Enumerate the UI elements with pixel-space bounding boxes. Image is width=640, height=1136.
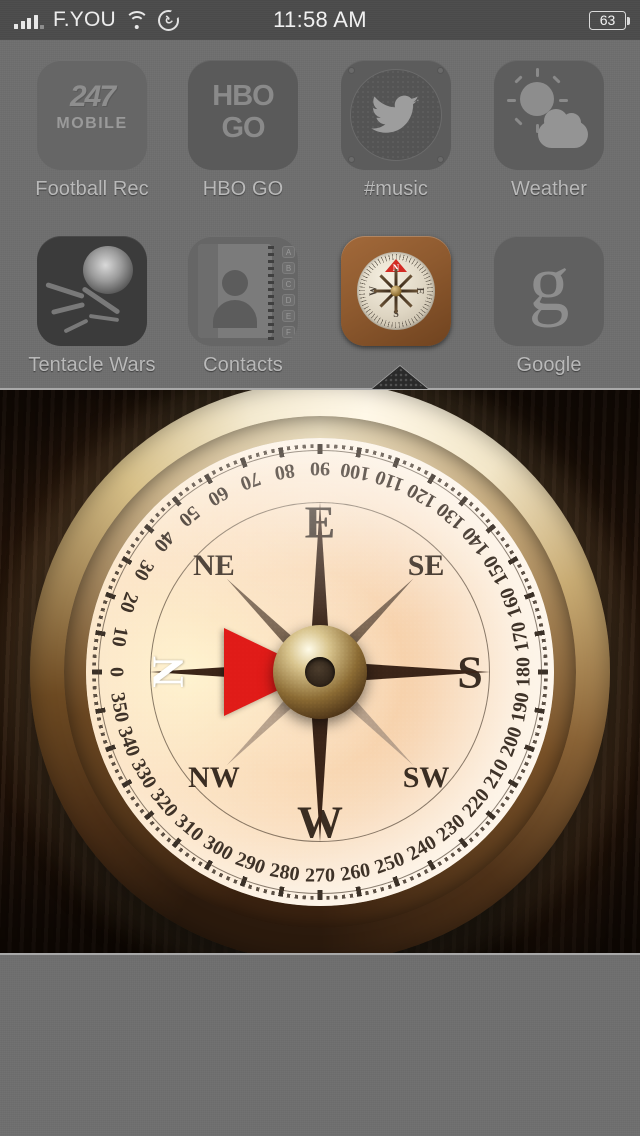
screw-icon bbox=[348, 156, 355, 163]
screw-icon bbox=[437, 156, 444, 163]
football-rec-icon: 247 MOBILE bbox=[37, 60, 147, 170]
football-rec-logo-top: 247 bbox=[69, 80, 116, 113]
contacts-tab: E bbox=[282, 310, 295, 322]
tentacle-arm bbox=[45, 281, 85, 300]
hbo-logo-top: HBO bbox=[212, 80, 274, 112]
contacts-icon: A B C D E F bbox=[188, 236, 298, 346]
battery-percent-label: 63 bbox=[599, 12, 616, 28]
app-label-google: Google bbox=[516, 354, 582, 376]
status-bar-center: 11:58 AM bbox=[0, 0, 640, 40]
battery-icon: 63 bbox=[589, 10, 630, 30]
football-rec-logo-bottom: MOBILE bbox=[56, 115, 128, 132]
iphone-screen: F.YOU ↻ 11:58 AM 63 247 MOBILE Football … bbox=[0, 0, 640, 1136]
person-silhouette-icon bbox=[213, 270, 257, 328]
sun-rays bbox=[507, 68, 568, 133]
compass-dial-well: 0 10 20 30 40 50 60 70 80 90 100 110 120 130 140 150 160… bbox=[86, 437, 554, 906]
tentacle-arm bbox=[50, 301, 86, 316]
contacts-tab: F bbox=[282, 326, 295, 338]
app-icon-music[interactable]: #music bbox=[322, 60, 470, 220]
north-needle-label: N bbox=[143, 655, 193, 688]
weather-icon bbox=[494, 60, 604, 170]
music-twitter-icon bbox=[341, 60, 451, 170]
hbo-go-icon: HBO GO bbox=[188, 60, 298, 170]
compass-app-panel[interactable]: 0 10 20 30 40 50 60 70 80 90 100 110 120 130 140 150 160… bbox=[0, 388, 640, 955]
app-icon-hbo-go[interactable]: HBO GO HBO GO bbox=[169, 60, 317, 220]
contacts-tab: C bbox=[282, 278, 295, 290]
home-screen-grid: 247 MOBILE Football Rec HBO GO HBO GO #m… bbox=[0, 40, 640, 388]
twitter-bird-icon bbox=[371, 95, 419, 133]
contacts-tab: B bbox=[282, 262, 295, 274]
status-bar-right: 63 bbox=[589, 0, 630, 40]
tentacle-blob-shape bbox=[83, 246, 133, 294]
app-label-music: #music bbox=[364, 178, 428, 200]
app-label-contacts: Contacts bbox=[203, 354, 283, 376]
app-label-football-rec: Football Rec bbox=[35, 178, 149, 200]
empty-wallpaper-area bbox=[0, 957, 640, 1136]
compass-widget[interactable]: 0 10 20 30 40 50 60 70 80 90 100 110 120 130 140 150 160… bbox=[0, 390, 640, 953]
google-icon: g bbox=[494, 236, 604, 346]
tentacle-arm bbox=[63, 318, 89, 334]
contacts-tab: D bbox=[282, 294, 295, 306]
google-glyph: g bbox=[528, 237, 570, 328]
app-icon-google[interactable]: g Google bbox=[475, 236, 623, 396]
clock-label: 11:58 AM bbox=[273, 7, 367, 32]
contacts-tab: A bbox=[282, 246, 295, 258]
app-icon-football-rec[interactable]: 247 MOBILE Football Rec bbox=[18, 60, 166, 220]
compass-app-icon: N W E S bbox=[341, 236, 451, 346]
tentacle-arm bbox=[88, 313, 120, 323]
app-icon-tentacle-wars[interactable]: Tentacle Wars bbox=[18, 236, 166, 396]
app-label-weather: Weather bbox=[511, 178, 587, 200]
app-label-tentacle-wars: Tentacle Wars bbox=[28, 354, 156, 376]
app-label-hbo-go: HBO GO bbox=[202, 178, 284, 200]
folder-arrow-up-icon bbox=[372, 366, 428, 389]
tentacle-wars-icon bbox=[37, 236, 147, 346]
compass-icon-hub bbox=[390, 285, 402, 297]
spiral-binding bbox=[268, 242, 274, 340]
compass-center-hub bbox=[273, 624, 367, 719]
app-icon-contacts[interactable]: A B C D E F Contacts bbox=[169, 236, 317, 396]
screw-icon bbox=[437, 67, 444, 74]
app-icon-weather[interactable]: Weather bbox=[475, 60, 623, 220]
status-bar: F.YOU ↻ 11:58 AM 63 bbox=[0, 0, 640, 40]
cloud-shape bbox=[538, 109, 588, 148]
screw-icon bbox=[348, 67, 355, 74]
hbo-logo-bottom: GO bbox=[221, 112, 265, 144]
compass-icon-dial: N W E S bbox=[357, 252, 435, 330]
